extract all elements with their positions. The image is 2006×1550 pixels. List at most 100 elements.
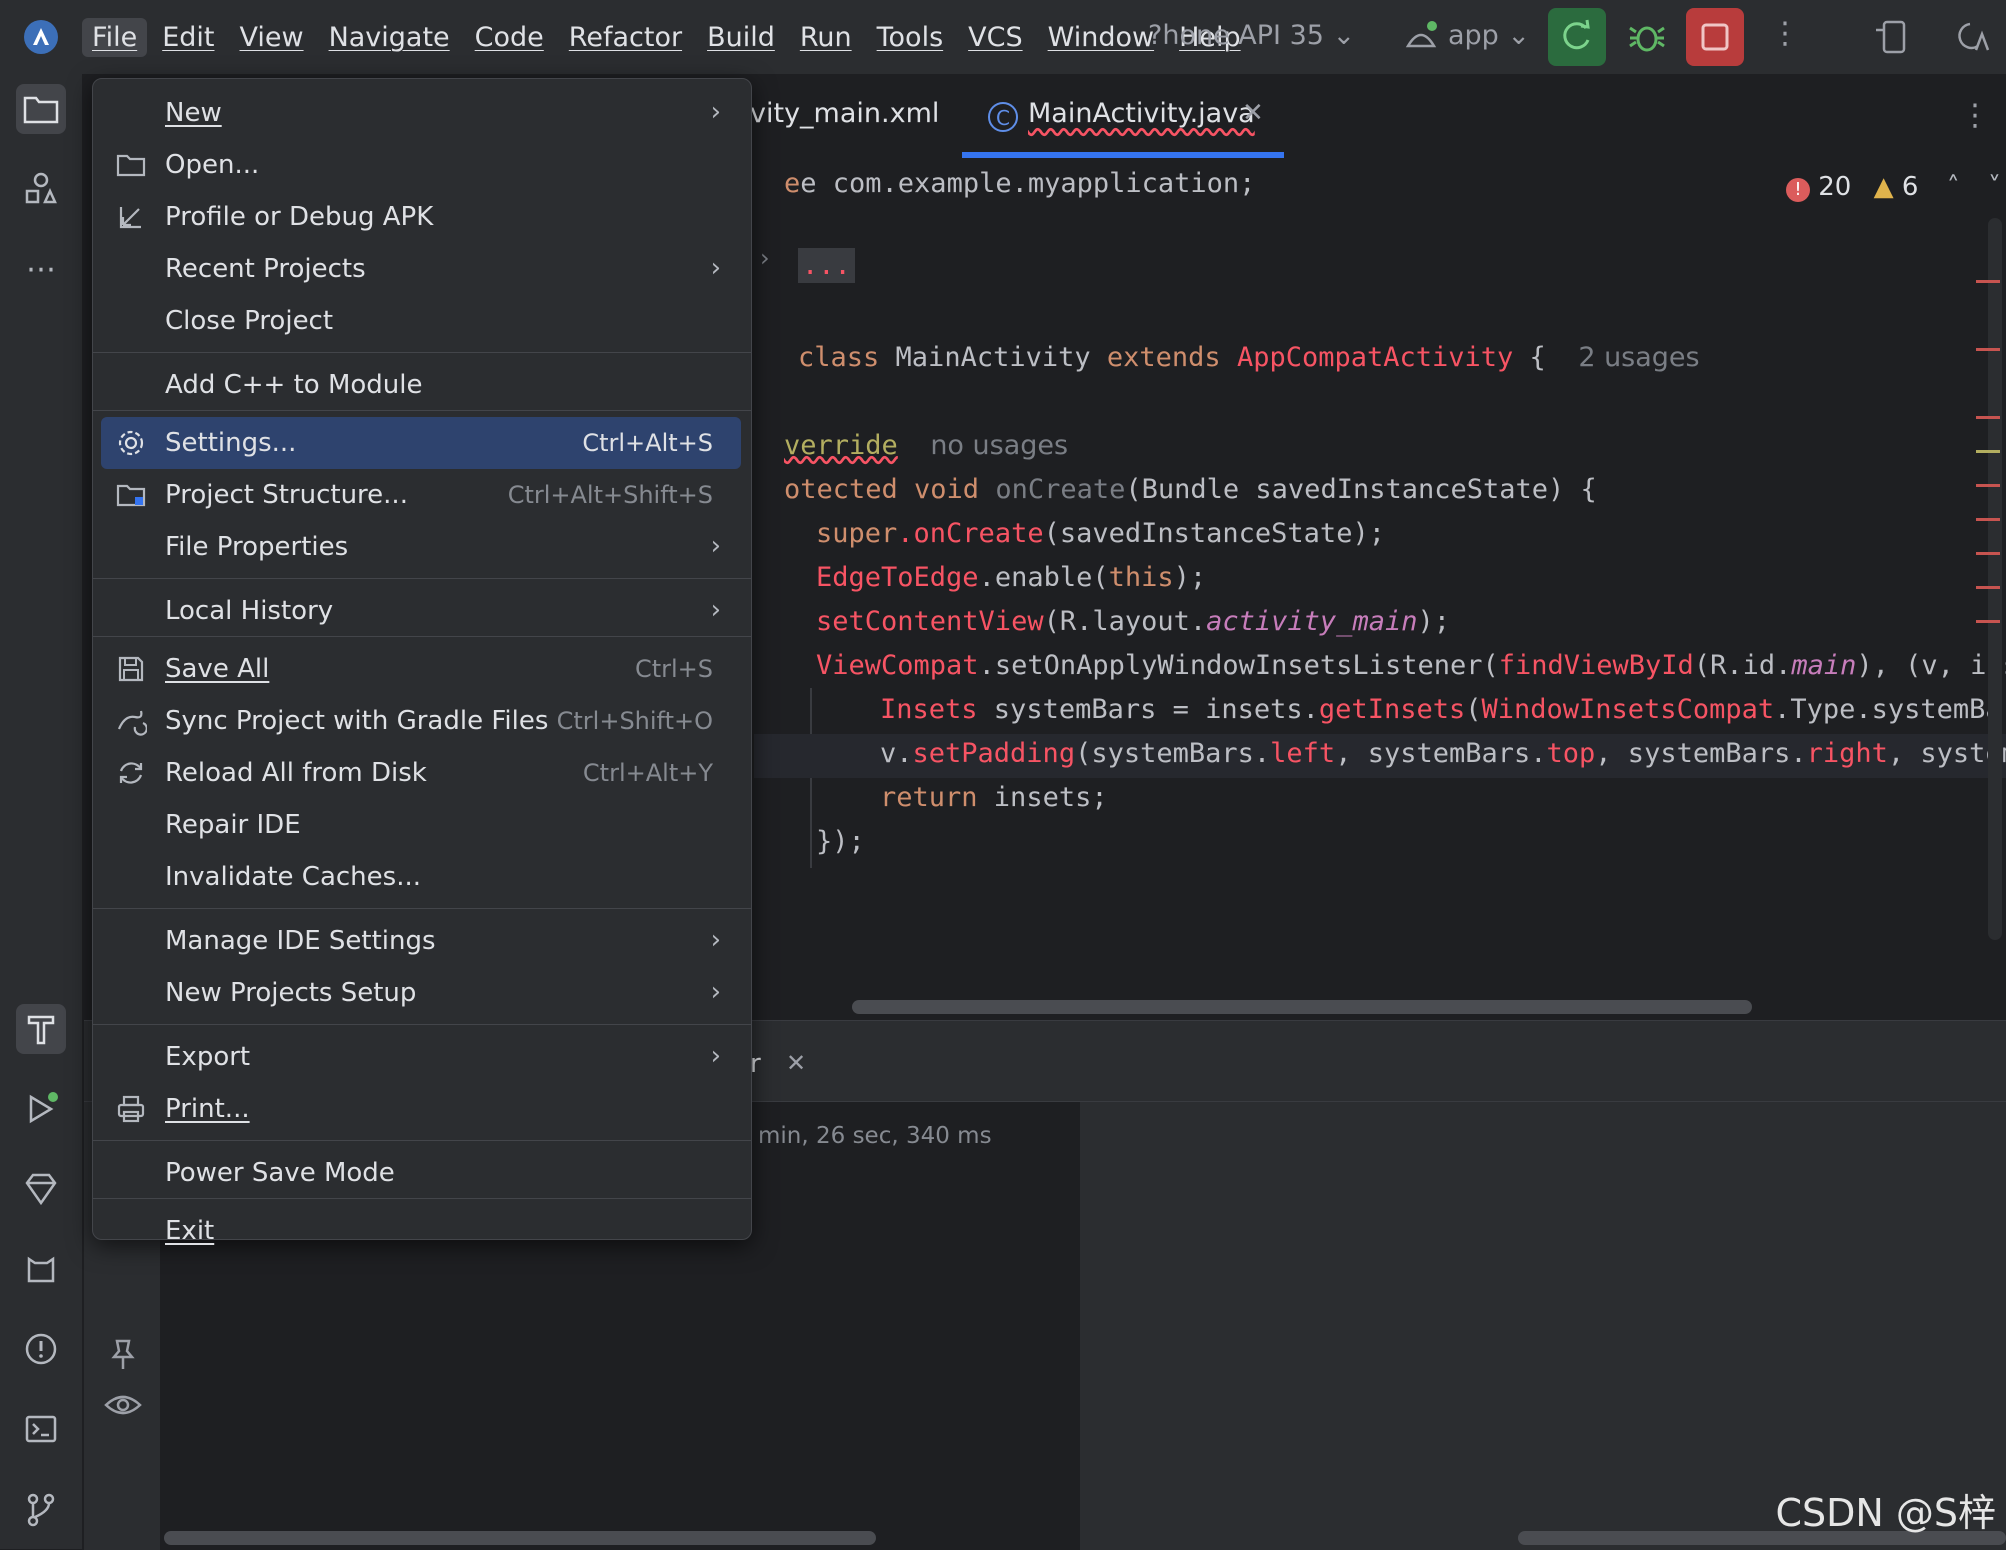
watermark: CSDN @S梓 xyxy=(1775,1491,1996,1535)
resource-manager-icon[interactable] xyxy=(16,164,66,214)
menu-run[interactable]: Run xyxy=(800,22,852,53)
menu-item-local-history[interactable]: Local History › xyxy=(101,585,741,637)
menu-item-new-projects-setup[interactable]: New Projects Setup › xyxy=(101,967,741,1019)
this-kw: this xyxy=(1108,562,1174,593)
paren: ( xyxy=(1465,694,1482,725)
menu-item-recent-projects[interactable]: Recent Projects › xyxy=(101,243,741,295)
menu-edit[interactable]: Edit xyxy=(162,22,214,53)
tab-main-activity-java[interactable]: MainActivity.java xyxy=(1028,98,1255,129)
find-view-args: (R.id. xyxy=(1693,650,1792,681)
menu-vcs[interactable]: VCS xyxy=(968,22,1022,53)
error-marker[interactable] xyxy=(1976,620,2000,623)
code-line: return insets; xyxy=(880,782,1108,813)
menu-item-reload-from-disk[interactable]: Reload All from Disk Ctrl+Alt+Y xyxy=(101,747,741,799)
app-quality-insights-icon[interactable] xyxy=(16,1164,66,1214)
pin-icon[interactable] xyxy=(108,1337,138,1371)
menu-item-exit[interactable]: Exit xyxy=(101,1205,741,1257)
eye-icon[interactable] xyxy=(104,1391,142,1421)
close-tab-icon[interactable]: ✕ xyxy=(1242,98,1264,128)
problems-icon[interactable] xyxy=(16,1324,66,1374)
run-icon[interactable] xyxy=(16,1084,66,1134)
sync-button[interactable] xyxy=(1548,8,1606,66)
terminal-icon[interactable] xyxy=(16,1404,66,1454)
error-marker[interactable] xyxy=(1976,416,2000,419)
menu-item-new[interactable]: New › xyxy=(101,87,741,139)
inspection-widget[interactable]: ! 20 ▲ 6 ˄ ˅ xyxy=(1786,172,2001,202)
error-marker[interactable] xyxy=(1976,348,2000,351)
menu-file[interactable]: File xyxy=(82,17,148,57)
error-marker[interactable] xyxy=(1976,280,2000,283)
more-vertical-icon[interactable]: ⋮ xyxy=(1770,16,1800,51)
menu-build[interactable]: Build xyxy=(707,22,775,53)
menu-separator xyxy=(93,410,751,411)
brace: { xyxy=(1513,342,1546,373)
error-marker[interactable] xyxy=(1976,552,2000,555)
menu-item-file-properties[interactable]: File Properties › xyxy=(101,521,741,573)
more-horizontal-icon[interactable]: ⋯ xyxy=(16,244,66,294)
chevron-down-icon: ⌄ xyxy=(1507,20,1531,51)
menu-item-profile-debug-apk[interactable]: Profile or Debug APK xyxy=(101,191,741,243)
error-marker[interactable] xyxy=(1976,484,2000,487)
menu-item-shortcut: Ctrl+Alt+Y xyxy=(582,759,713,787)
menu-item-repair-ide[interactable]: Repair IDE xyxy=(101,799,741,851)
set-padding-call: setPadding xyxy=(912,738,1076,769)
horizontal-scrollbar[interactable] xyxy=(164,1531,876,1545)
error-marker[interactable] xyxy=(1976,518,2000,521)
menu-window[interactable]: Window xyxy=(1048,22,1154,53)
menu-refactor[interactable]: Refactor xyxy=(569,22,682,53)
menu-item-save-all[interactable]: Save All Ctrl+S xyxy=(101,643,741,695)
menu-item-add-cpp[interactable]: Add C++ to Module xyxy=(101,359,741,411)
edge-class: EdgeToEdge xyxy=(816,562,979,593)
menu-item-manage-ide-settings[interactable]: Manage IDE Settings › xyxy=(101,915,741,967)
project-folder-icon[interactable] xyxy=(16,84,66,134)
code-line: setContentView(R.layout.activity_main); xyxy=(816,606,1450,637)
build-duration: min, 26 sec, 340 ms xyxy=(758,1123,992,1149)
super-kw: super xyxy=(816,518,898,549)
menu-item-label: Repair IDE xyxy=(165,810,301,840)
folded-imports[interactable]: ... xyxy=(798,248,855,283)
menu-item-close-project[interactable]: Close Project xyxy=(101,295,741,347)
device-manager-icon[interactable] xyxy=(1870,16,1910,56)
menu-item-settings[interactable]: Settings... Ctrl+Alt+S xyxy=(101,417,741,469)
version-control-icon[interactable] xyxy=(16,1484,66,1534)
pad-a: (systemBars. xyxy=(1075,738,1271,769)
menu-item-sync-gradle[interactable]: Sync Project with Gradle Files Ctrl+Shift… xyxy=(101,695,741,747)
debug-icon[interactable] xyxy=(1618,8,1676,66)
menu-item-export[interactable]: Export › xyxy=(101,1031,741,1083)
menu-item-label: Project Structure... xyxy=(165,480,408,510)
android-studio-logo-icon[interactable] xyxy=(24,20,58,54)
chevron-right-icon[interactable]: › xyxy=(760,244,770,272)
chevron-right-icon: › xyxy=(710,253,721,283)
close-tab-icon[interactable]: ✕ xyxy=(786,1049,806,1077)
error-marker[interactable] xyxy=(1976,586,2000,589)
tab-activity-main-xml[interactable]: vity_main.xml xyxy=(750,98,939,129)
menu-tools[interactable]: Tools xyxy=(877,22,944,53)
menu-item-power-save-mode[interactable]: Power Save Mode xyxy=(101,1147,741,1199)
menu-item-print[interactable]: Print... xyxy=(101,1083,741,1135)
menu-code[interactable]: Code xyxy=(475,22,544,53)
stop-button[interactable] xyxy=(1686,8,1744,66)
chevron-down-icon[interactable]: ˅ xyxy=(1988,172,2001,202)
menu-view[interactable]: View xyxy=(239,22,303,53)
horizontal-scrollbar[interactable] xyxy=(852,1000,1752,1014)
run-config-selector[interactable]: app ⌄ xyxy=(1448,20,1530,51)
logcat-icon[interactable] xyxy=(16,1244,66,1294)
vertical-scrollbar[interactable] xyxy=(1988,218,2002,940)
pad-right: right xyxy=(1806,738,1888,769)
save-icon xyxy=(118,656,144,682)
menu-navigate[interactable]: Navigate xyxy=(329,22,450,53)
package-name: e com.example.myapplication; xyxy=(800,168,1256,199)
chevron-up-icon[interactable]: ˄ xyxy=(1947,172,1960,202)
super-args: (savedInstanceState); xyxy=(1043,518,1385,549)
menu-item-invalidate-caches[interactable]: Invalidate Caches... xyxy=(101,851,741,903)
extends-kw: extends xyxy=(1090,342,1237,373)
menu-item-shortcut: Ctrl+Alt+Shift+S xyxy=(507,481,713,509)
menu-item-open[interactable]: Open... xyxy=(101,139,741,191)
device-selector[interactable]: ?hone API 35 ⌄ xyxy=(1148,20,1355,51)
translate-icon[interactable] xyxy=(1950,16,1990,56)
menu-item-project-structure[interactable]: Project Structure... Ctrl+Alt+Shift+S xyxy=(101,469,741,521)
build-hammer-icon[interactable] xyxy=(16,1004,66,1054)
usages-hint[interactable]: 2 usages xyxy=(1578,342,1699,373)
more-vertical-icon[interactable]: ⋮ xyxy=(1960,98,1990,133)
warning-marker[interactable] xyxy=(1976,450,2000,453)
